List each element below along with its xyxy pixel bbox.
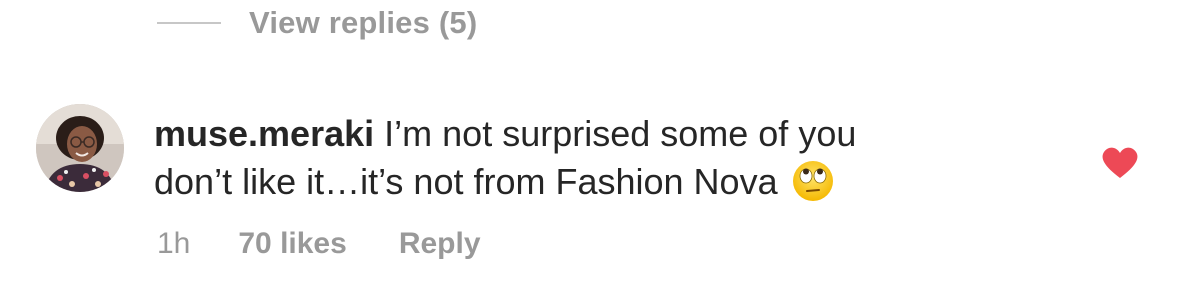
- comment-body: muse.meraki I’m not surprised some of yo…: [154, 110, 1014, 214]
- view-replies-label: View replies (5): [249, 5, 478, 40]
- comment-thread: View replies (5) muse.meraki I’m not sur…: [0, 0, 1200, 307]
- like-heart-icon[interactable]: [1100, 144, 1140, 180]
- reply-button[interactable]: Reply: [399, 227, 481, 261]
- comment-timestamp: 1h: [157, 227, 191, 260]
- comment-text-line1: I’m not surprised some of you: [384, 113, 857, 154]
- view-replies-button[interactable]: View replies (5): [157, 0, 477, 46]
- comment-meta: 1h 70 likes Reply: [157, 224, 481, 264]
- comment-text-line2: don’t like it…it’s not from Fashion Nova: [154, 161, 778, 202]
- avatar[interactable]: [36, 104, 124, 192]
- replies-divider-line: [157, 22, 221, 24]
- likes-count-link[interactable]: 70 likes: [238, 227, 346, 261]
- face-with-rolling-eyes-emoji: [792, 160, 834, 214]
- comment-username[interactable]: muse.meraki: [154, 113, 374, 154]
- avatar-image: [36, 104, 124, 192]
